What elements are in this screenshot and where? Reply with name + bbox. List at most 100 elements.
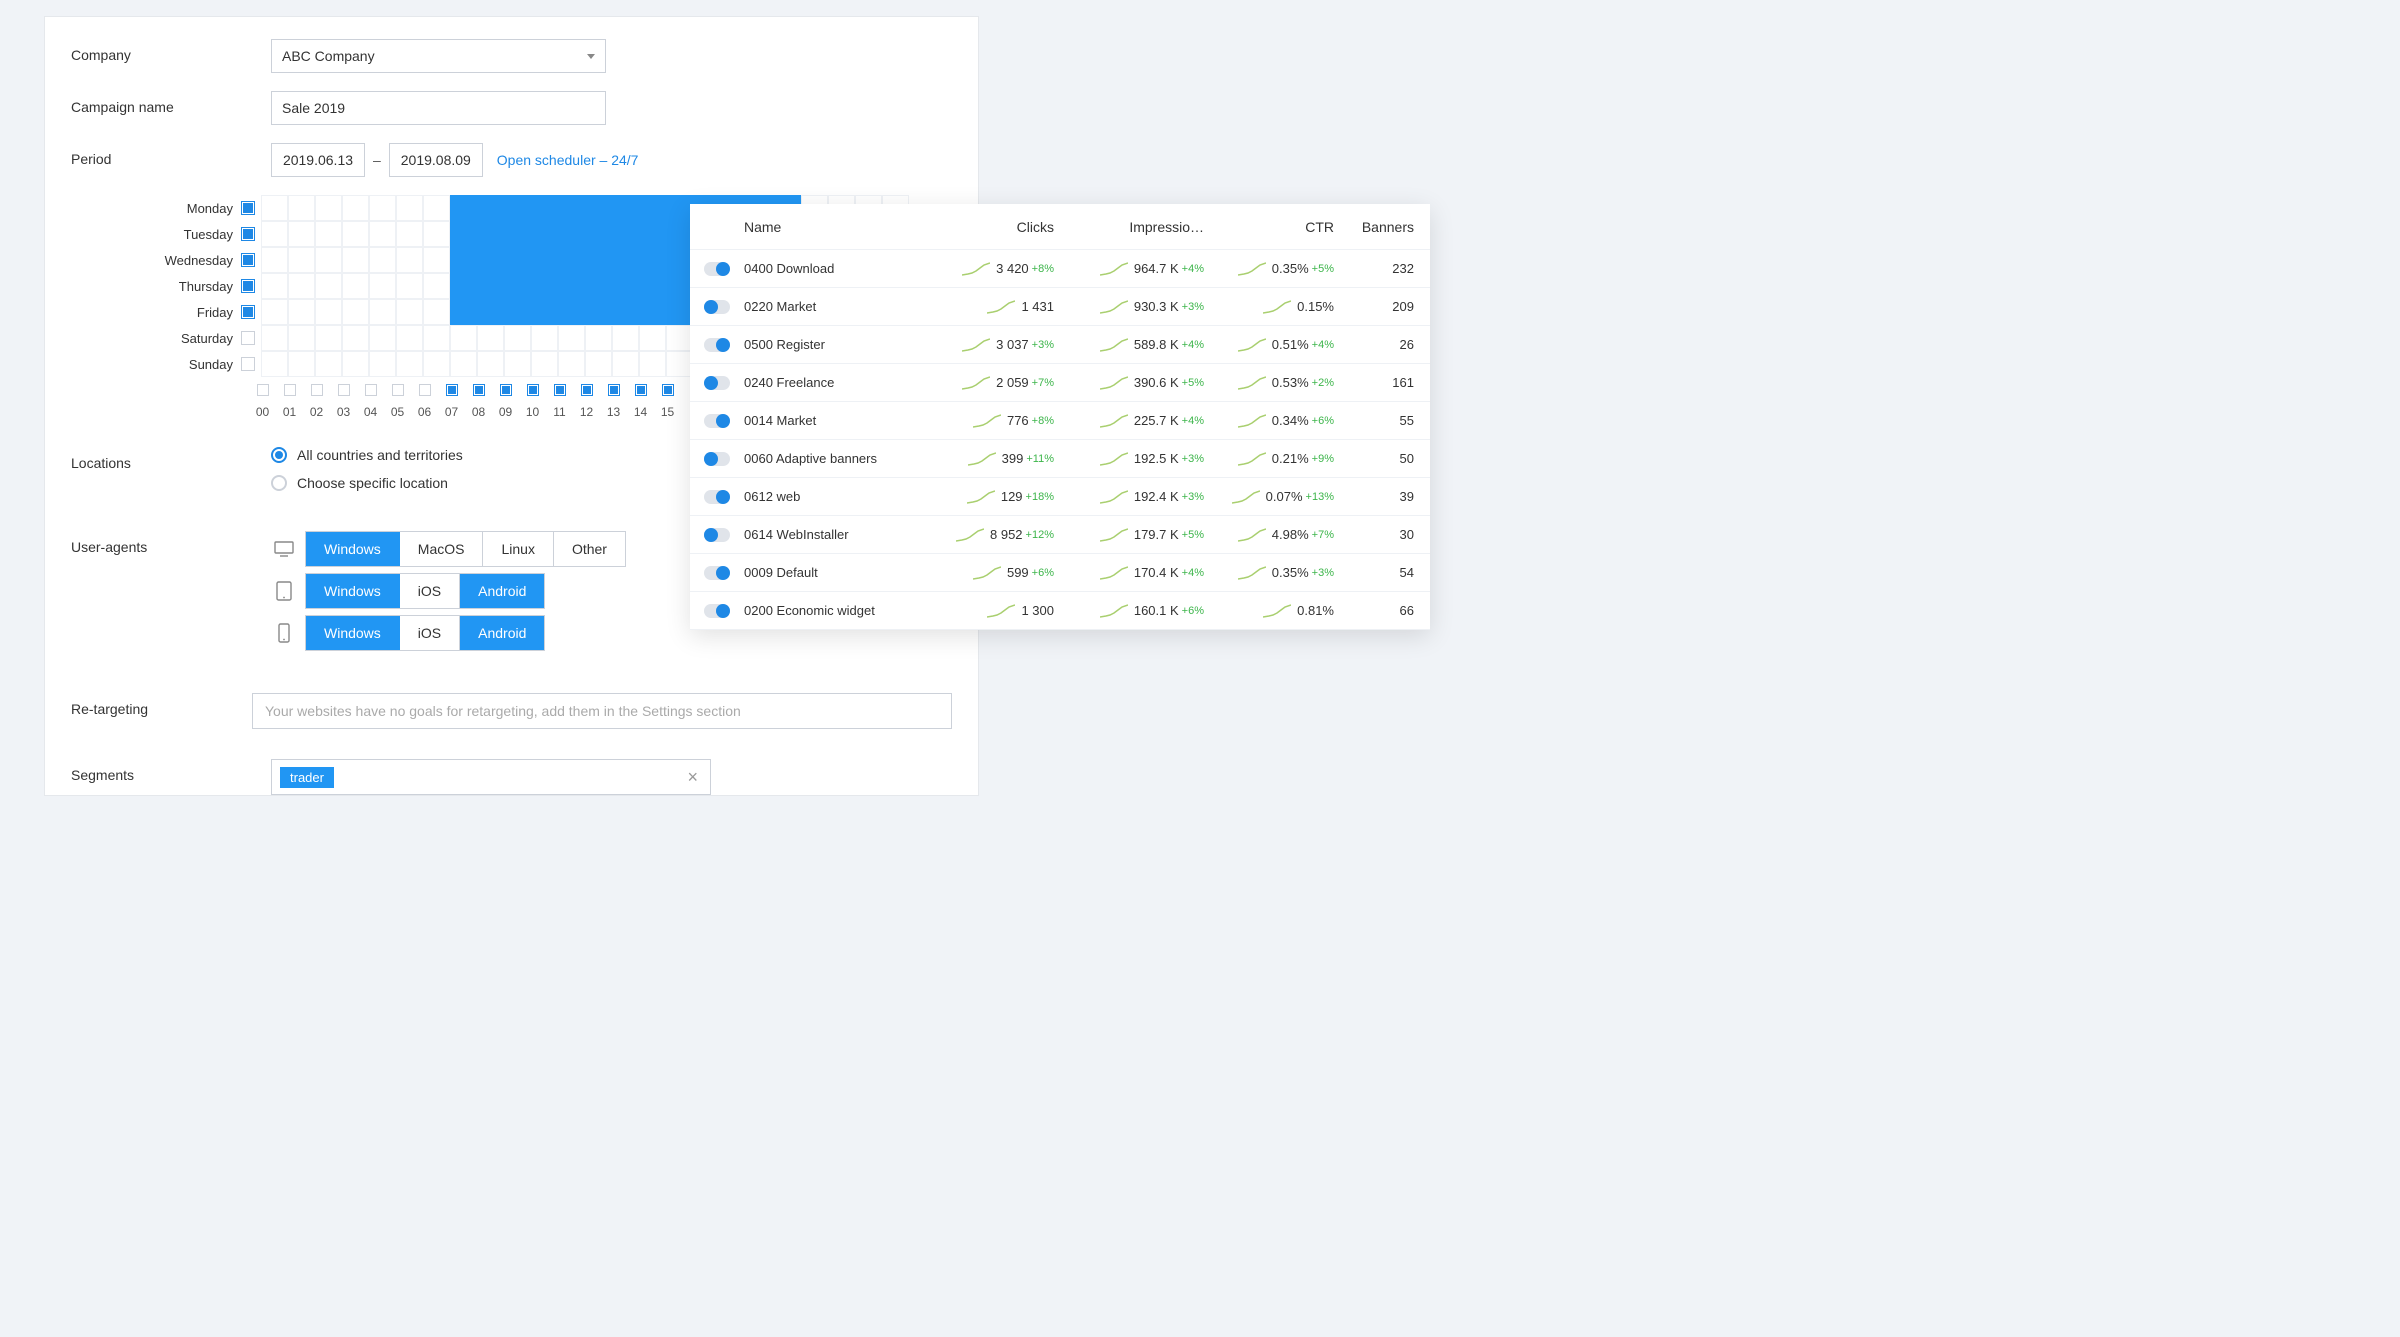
- table-row[interactable]: 0009 Default599+6%170.4 K+4%0.35%+3%54: [690, 554, 1430, 592]
- schedule-cell[interactable]: [558, 325, 585, 351]
- segments-input[interactable]: trader ×: [271, 759, 711, 795]
- user-agent-btn-android[interactable]: Android: [460, 616, 544, 650]
- schedule-hour-toggle[interactable]: [627, 379, 654, 401]
- schedule-cell[interactable]: [396, 221, 423, 247]
- schedule-cell[interactable]: [666, 247, 693, 273]
- schedule-cell[interactable]: [639, 325, 666, 351]
- schedule-cell[interactable]: [450, 195, 477, 221]
- schedule-cell[interactable]: [612, 221, 639, 247]
- schedule-day-toggle[interactable]: [241, 227, 255, 241]
- schedule-cell[interactable]: [396, 351, 423, 377]
- schedule-cell[interactable]: [369, 195, 396, 221]
- schedule-cell[interactable]: [342, 273, 369, 299]
- schedule-cell[interactable]: [585, 325, 612, 351]
- user-agent-btn-macos[interactable]: MacOS: [400, 532, 484, 566]
- schedule-cell[interactable]: [396, 195, 423, 221]
- schedule-cell[interactable]: [369, 325, 396, 351]
- th-clicks[interactable]: Clicks: [924, 219, 1054, 235]
- schedule-cell[interactable]: [558, 299, 585, 325]
- schedule-cell[interactable]: [585, 195, 612, 221]
- schedule-cell[interactable]: [504, 247, 531, 273]
- table-row[interactable]: 0614 WebInstaller8 952+12%179.7 K+5%4.98…: [690, 516, 1430, 554]
- schedule-cell[interactable]: [450, 299, 477, 325]
- schedule-hour-toggle[interactable]: [303, 379, 330, 401]
- schedule-hour-toggle[interactable]: [357, 379, 384, 401]
- row-enable-toggle[interactable]: [704, 452, 730, 466]
- schedule-cell[interactable]: [639, 351, 666, 377]
- schedule-hour-toggle[interactable]: [492, 379, 519, 401]
- user-agent-btn-other[interactable]: Other: [554, 532, 625, 566]
- schedule-cell[interactable]: [666, 221, 693, 247]
- locations-radio-specific[interactable]: [271, 475, 287, 491]
- schedule-cell[interactable]: [288, 299, 315, 325]
- user-agent-btn-ios[interactable]: iOS: [400, 616, 460, 650]
- schedule-cell[interactable]: [315, 273, 342, 299]
- close-icon[interactable]: ×: [683, 767, 702, 788]
- schedule-cell[interactable]: [477, 221, 504, 247]
- schedule-cell[interactable]: [396, 325, 423, 351]
- row-enable-toggle[interactable]: [704, 528, 730, 542]
- schedule-cell[interactable]: [531, 221, 558, 247]
- table-row[interactable]: 0500 Register3 037+3%589.8 K+4%0.51%+4%2…: [690, 326, 1430, 364]
- schedule-cell[interactable]: [423, 299, 450, 325]
- schedule-hour-toggle[interactable]: [276, 379, 303, 401]
- schedule-hour-toggle[interactable]: [411, 379, 438, 401]
- table-row[interactable]: 0014 Market776+8%225.7 K+4%0.34%+6%55: [690, 402, 1430, 440]
- schedule-cell[interactable]: [585, 273, 612, 299]
- schedule-cell[interactable]: [612, 325, 639, 351]
- user-agent-btn-windows[interactable]: Windows: [306, 574, 400, 608]
- schedule-cell[interactable]: [261, 273, 288, 299]
- table-row[interactable]: 0060 Adaptive banners399+11%192.5 K+3%0.…: [690, 440, 1430, 478]
- table-row[interactable]: 0612 web129+18%192.4 K+3%0.07%+13%39: [690, 478, 1430, 516]
- schedule-cell[interactable]: [558, 273, 585, 299]
- schedule-cell[interactable]: [315, 325, 342, 351]
- schedule-cell[interactable]: [558, 195, 585, 221]
- schedule-cell[interactable]: [666, 325, 693, 351]
- schedule-cell[interactable]: [369, 351, 396, 377]
- schedule-cell[interactable]: [261, 351, 288, 377]
- schedule-day-toggle[interactable]: [241, 253, 255, 267]
- schedule-cell[interactable]: [423, 273, 450, 299]
- row-enable-toggle[interactable]: [704, 414, 730, 428]
- schedule-cell[interactable]: [342, 299, 369, 325]
- schedule-cell[interactable]: [450, 273, 477, 299]
- schedule-cell[interactable]: [612, 247, 639, 273]
- schedule-cell[interactable]: [639, 299, 666, 325]
- row-enable-toggle[interactable]: [704, 376, 730, 390]
- row-enable-toggle[interactable]: [704, 566, 730, 580]
- schedule-day-toggle[interactable]: [241, 357, 255, 371]
- schedule-cell[interactable]: [666, 299, 693, 325]
- schedule-hour-toggle[interactable]: [384, 379, 411, 401]
- user-agent-btn-windows[interactable]: Windows: [306, 532, 400, 566]
- schedule-day-toggle[interactable]: [241, 305, 255, 319]
- schedule-cell[interactable]: [396, 273, 423, 299]
- schedule-cell[interactable]: [423, 195, 450, 221]
- schedule-cell[interactable]: [369, 273, 396, 299]
- schedule-cell[interactable]: [450, 221, 477, 247]
- schedule-hour-toggle[interactable]: [600, 379, 627, 401]
- th-ctr[interactable]: CTR: [1204, 219, 1334, 235]
- schedule-cell[interactable]: [369, 221, 396, 247]
- schedule-cell[interactable]: [504, 195, 531, 221]
- schedule-cell[interactable]: [315, 299, 342, 325]
- row-enable-toggle[interactable]: [704, 300, 730, 314]
- schedule-hour-toggle[interactable]: [465, 379, 492, 401]
- user-agent-btn-windows[interactable]: Windows: [306, 616, 400, 650]
- schedule-cell[interactable]: [504, 351, 531, 377]
- schedule-cell[interactable]: [342, 247, 369, 273]
- schedule-cell[interactable]: [423, 351, 450, 377]
- schedule-cell[interactable]: [666, 273, 693, 299]
- schedule-hour-toggle[interactable]: [330, 379, 357, 401]
- schedule-cell[interactable]: [477, 247, 504, 273]
- schedule-cell[interactable]: [477, 299, 504, 325]
- schedule-cell[interactable]: [261, 195, 288, 221]
- schedule-cell[interactable]: [288, 221, 315, 247]
- schedule-cell[interactable]: [288, 351, 315, 377]
- schedule-cell[interactable]: [585, 247, 612, 273]
- th-banners[interactable]: Banners: [1334, 219, 1414, 235]
- schedule-cell[interactable]: [531, 247, 558, 273]
- schedule-cell[interactable]: [261, 247, 288, 273]
- open-scheduler-link[interactable]: Open scheduler – 24/7: [497, 152, 639, 168]
- user-agent-btn-ios[interactable]: iOS: [400, 574, 460, 608]
- schedule-cell[interactable]: [531, 299, 558, 325]
